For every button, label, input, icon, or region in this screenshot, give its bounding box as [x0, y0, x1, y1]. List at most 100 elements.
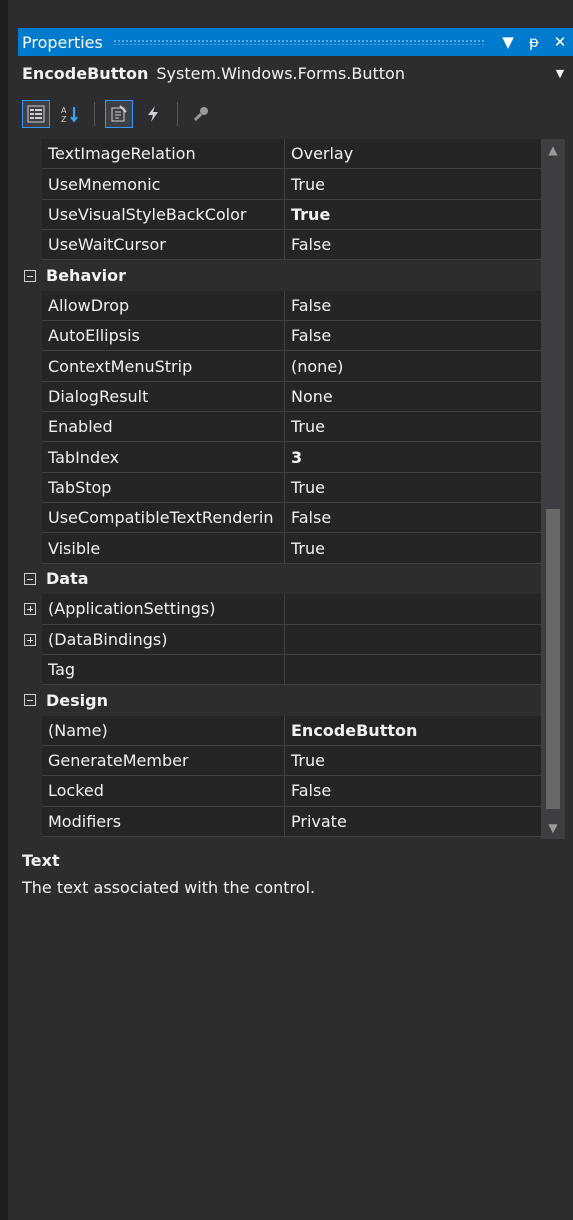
chevron-down-icon[interactable]: ▼ [547, 67, 573, 80]
property-row[interactable]: Visible True [18, 533, 541, 564]
property-value[interactable]: None [285, 382, 541, 413]
property-row[interactable]: Modifiers Private [18, 806, 541, 837]
category-label: Behavior [46, 266, 127, 286]
property-row[interactable]: Tag [18, 654, 541, 686]
property-row[interactable]: (ApplicationSettings) [18, 594, 541, 625]
property-name: TabStop [42, 472, 285, 504]
property-value[interactable]: True [285, 169, 541, 200]
property-value[interactable]: (none) [285, 351, 541, 382]
property-value[interactable] [285, 655, 541, 686]
window-title: Properties [22, 32, 103, 52]
category-row[interactable]: Behavior [18, 260, 541, 291]
property-value[interactable]: True [285, 200, 541, 231]
expand-icon[interactable] [18, 624, 42, 655]
row-gutter [18, 442, 42, 473]
property-value[interactable] [285, 594, 541, 625]
property-row[interactable]: (DataBindings) [18, 624, 541, 655]
property-row[interactable]: TabStop True [18, 472, 541, 504]
property-grid[interactable]: TextImageRelation Overlay UseMnemonic True U… [18, 139, 541, 839]
events-icon[interactable] [139, 100, 167, 128]
expand-icon[interactable] [18, 594, 42, 625]
property-value[interactable]: Private [285, 807, 541, 837]
collapse-icon[interactable] [18, 563, 42, 595]
object-selector[interactable]: EncodeButton System.Windows.Forms.Button… [18, 56, 573, 90]
close-icon[interactable]: ✕ [547, 28, 573, 56]
row-gutter [18, 503, 42, 534]
property-name: TextImageRelation [42, 139, 285, 170]
row-gutter [18, 654, 42, 686]
property-row[interactable]: TextImageRelation Overlay [18, 139, 541, 170]
property-row[interactable]: Enabled True [18, 412, 541, 443]
selected-object-type: System.Windows.Forms.Button [156, 63, 405, 83]
property-value[interactable]: True [285, 746, 541, 777]
toolbar-separator [94, 102, 95, 126]
description-title: Text [22, 851, 60, 870]
description-text: The text associated with the control. [22, 878, 316, 897]
property-value[interactable]: 3 [285, 442, 541, 473]
row-gutter [18, 715, 42, 746]
property-value[interactable]: True [285, 533, 541, 564]
property-row[interactable]: Locked False [18, 776, 541, 807]
property-row[interactable]: GenerateMember True [18, 745, 541, 777]
row-gutter [18, 745, 42, 777]
property-value[interactable]: Overlay [285, 139, 541, 170]
category-row[interactable]: Design [18, 685, 541, 716]
property-row[interactable]: ContextMenuStrip (none) [18, 351, 541, 382]
category-label: Design [46, 690, 108, 710]
property-value[interactable]: False [285, 291, 541, 322]
properties-icon[interactable] [105, 100, 133, 128]
row-gutter [18, 169, 42, 200]
scroll-up-icon[interactable]: ▲ [541, 139, 565, 161]
category-label: Focus [42, 837, 98, 839]
property-name: AllowDrop [42, 290, 285, 322]
selected-object-name: EncodeButton [22, 63, 149, 83]
category-row[interactable]: Data [18, 563, 541, 595]
property-name: Visible [42, 533, 285, 564]
row-gutter [18, 230, 42, 261]
alphabetical-icon[interactable]: AZ [56, 100, 84, 128]
property-value[interactable]: False [285, 776, 541, 807]
property-value[interactable] [285, 625, 541, 655]
property-name: UseCompatibleTextRenderin [42, 503, 285, 534]
collapse-icon[interactable] [18, 260, 42, 291]
collapse-icon[interactable] [18, 836, 42, 839]
scrollbar-thumb[interactable] [546, 509, 560, 809]
property-value[interactable]: True [285, 412, 541, 443]
property-name: Enabled [42, 412, 285, 443]
property-row[interactable]: UseVisualStyleBackColor True [18, 199, 541, 231]
category-row[interactable]: Focus [18, 836, 541, 839]
property-name: AutoEllipsis [42, 321, 285, 352]
property-name: Locked [42, 776, 285, 807]
description-pane: Text The text associated with the contro… [18, 845, 568, 935]
property-row[interactable]: UseWaitCursor False [18, 230, 541, 261]
row-gutter [18, 139, 42, 170]
row-gutter [18, 776, 42, 807]
drag-grip[interactable] [112, 39, 485, 45]
property-name: UseVisualStyleBackColor [42, 199, 285, 231]
property-value[interactable]: False [285, 230, 541, 261]
property-value[interactable]: False [285, 321, 541, 352]
property-value[interactable]: EncodeButton [285, 716, 541, 746]
categorized-icon[interactable] [22, 100, 50, 128]
property-pages-icon[interactable] [188, 100, 216, 128]
title-bar[interactable]: Properties ▼ ᵽ ✕ [18, 28, 573, 56]
property-row[interactable]: DialogResult None [18, 381, 541, 413]
pin-icon[interactable]: ᵽ [521, 28, 547, 56]
property-row[interactable]: UseCompatibleTextRenderin False [18, 503, 541, 534]
property-row[interactable]: AllowDrop False [18, 290, 541, 322]
property-row[interactable]: AutoEllipsis False [18, 321, 541, 352]
property-row[interactable]: UseMnemonic True [18, 169, 541, 200]
property-value[interactable]: False [285, 503, 541, 534]
row-gutter [18, 381, 42, 413]
property-value[interactable]: True [285, 473, 541, 504]
property-row[interactable]: TabIndex 3 [18, 442, 541, 473]
properties-toolbar: AZ [18, 90, 573, 138]
collapse-icon[interactable] [18, 685, 42, 716]
row-gutter [18, 351, 42, 382]
window-menu-dropdown-icon[interactable]: ▼ [495, 28, 521, 56]
property-row[interactable]: (Name) EncodeButton [18, 715, 541, 746]
row-gutter [18, 321, 42, 352]
scrollbar[interactable]: ▲ ▼ [541, 139, 565, 839]
property-name: UseWaitCursor [42, 230, 285, 261]
scroll-down-icon[interactable]: ▼ [541, 817, 565, 839]
